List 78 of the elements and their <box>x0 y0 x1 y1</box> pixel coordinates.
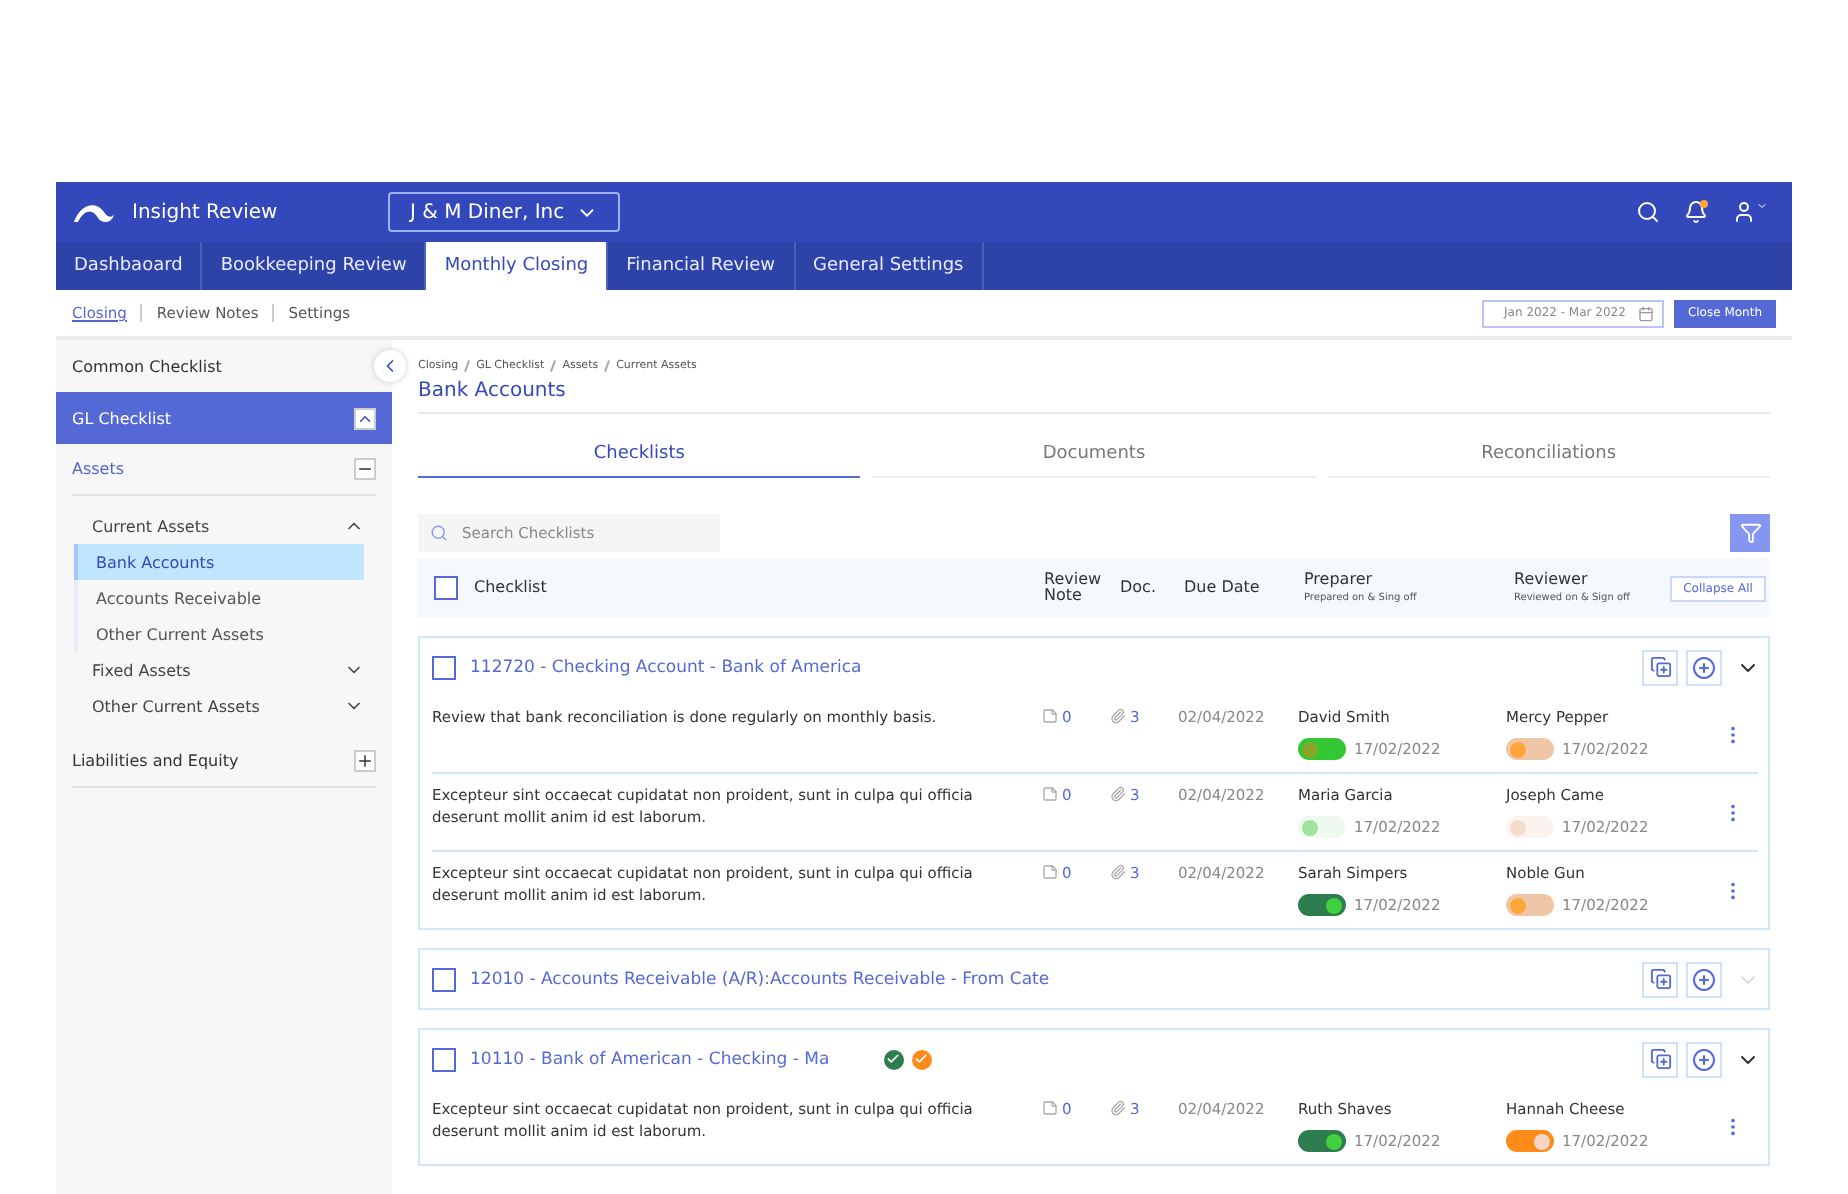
note-icon <box>1042 708 1058 724</box>
search-icon <box>430 524 448 542</box>
checklist-title[interactable]: 112720 - Checking Account - Bank of America <box>470 657 862 677</box>
copy-icon <box>1649 656 1671 678</box>
nav-tab[interactable]: General Settings <box>795 242 984 290</box>
checkbox[interactable] <box>432 655 456 679</box>
toggle-thumb[interactable] <box>1302 819 1318 835</box>
sidebar-item[interactable]: Bank Accounts <box>74 544 364 580</box>
nav-tab[interactable]: Financial Review <box>608 242 795 290</box>
column-header: Doc. <box>1120 580 1158 596</box>
content-tab[interactable]: Checklists <box>418 430 861 478</box>
sidebar-subgroup[interactable]: Other Current Assets <box>92 697 260 715</box>
nav-tab[interactable]: Dashbaoard <box>56 242 203 290</box>
toggle-thumb[interactable] <box>1510 819 1526 835</box>
page-title: Bank Accounts <box>418 380 1770 414</box>
note-icon <box>1042 864 1058 880</box>
paperclip-icon <box>1110 864 1126 880</box>
select-all-checkbox[interactable] <box>434 576 458 600</box>
column-header: Reviewer <box>1514 572 1590 588</box>
sidebar-item[interactable]: Common Checklist <box>56 340 352 392</box>
plus-icon <box>356 752 374 770</box>
calendar-icon[interactable] <box>1637 305 1654 321</box>
sign-off-toggle[interactable] <box>1506 1130 1554 1152</box>
toggle-thumb[interactable] <box>1510 897 1526 913</box>
sidebar-item[interactable]: Accounts Receivable <box>74 580 364 616</box>
toggle-thumb[interactable] <box>1326 1133 1342 1149</box>
add-button[interactable] <box>1686 649 1722 685</box>
checkbox[interactable] <box>432 1047 456 1071</box>
checklist-title[interactable]: 10110 - Bank of American - Checking - Ma <box>470 1049 830 1069</box>
paperclip-icon <box>1110 708 1126 724</box>
collapse-sidebar-button[interactable] <box>374 350 406 382</box>
toggle-thumb[interactable] <box>1302 741 1318 757</box>
checkbox[interactable] <box>432 967 456 991</box>
content-tab[interactable]: Documents <box>872 430 1316 478</box>
nav-tab[interactable]: Monthly Closing <box>426 242 609 290</box>
logo-icon <box>72 199 116 225</box>
checklist-title[interactable]: 12010 - Accounts Receivable (A/R):Accounts Receivable - From Cate <box>470 969 1050 989</box>
search-icon[interactable] <box>1636 200 1660 224</box>
column-header: Checklist <box>474 580 547 596</box>
copy-icon <box>1649 968 1671 990</box>
add-button[interactable] <box>1686 1041 1722 1077</box>
sidebar-subgroup[interactable]: Current Assets <box>92 517 210 535</box>
toggle-thumb[interactable] <box>1534 1133 1550 1149</box>
app-name: Insight Review <box>132 201 278 223</box>
filter-icon <box>1739 522 1761 544</box>
toggle-thumb[interactable] <box>1326 897 1342 913</box>
plus-circle-icon <box>1692 655 1716 679</box>
copy-button[interactable] <box>1642 649 1678 685</box>
note-icon <box>1042 1100 1058 1116</box>
copy-button[interactable] <box>1642 961 1678 997</box>
sidebar-section[interactable]: GL Checklist <box>72 409 172 427</box>
sidebar-group[interactable]: Liabilities and Equity <box>72 752 239 770</box>
copy-icon <box>1649 1048 1671 1070</box>
filter-button[interactable] <box>1730 514 1770 552</box>
paperclip-icon <box>1110 786 1126 802</box>
sidebar-item[interactable]: Other Current Assets <box>74 616 364 652</box>
toggle-thumb[interactable] <box>1510 741 1526 757</box>
copy-button[interactable] <box>1642 1041 1678 1077</box>
sign-off-toggle[interactable] <box>1298 894 1346 916</box>
column-header: Review Note <box>1044 572 1104 604</box>
collapse-button[interactable] <box>354 458 376 480</box>
column-header: Due Date <box>1184 580 1262 596</box>
paperclip-icon <box>1110 1100 1126 1116</box>
plus-circle-icon <box>1692 1047 1716 1071</box>
toggle-button[interactable] <box>354 407 376 429</box>
plus-circle-icon <box>1692 967 1716 991</box>
sign-off-toggle[interactable] <box>1298 738 1346 760</box>
sign-off-toggle[interactable] <box>1298 1130 1346 1152</box>
note-icon <box>1042 786 1058 802</box>
content-tab[interactable]: Reconciliations <box>1327 430 1770 478</box>
sidebar-group[interactable]: Assets <box>72 460 125 478</box>
column-header: Preparer <box>1304 572 1375 588</box>
expand-button[interactable] <box>354 750 376 772</box>
sidebar-subgroup[interactable]: Fixed Assets <box>92 661 191 679</box>
company-select[interactable]: J & M Diner, Inc <box>388 192 620 232</box>
bell-icon[interactable] <box>1684 200 1708 224</box>
add-button[interactable] <box>1686 961 1722 997</box>
user-icon[interactable] <box>1732 200 1768 224</box>
